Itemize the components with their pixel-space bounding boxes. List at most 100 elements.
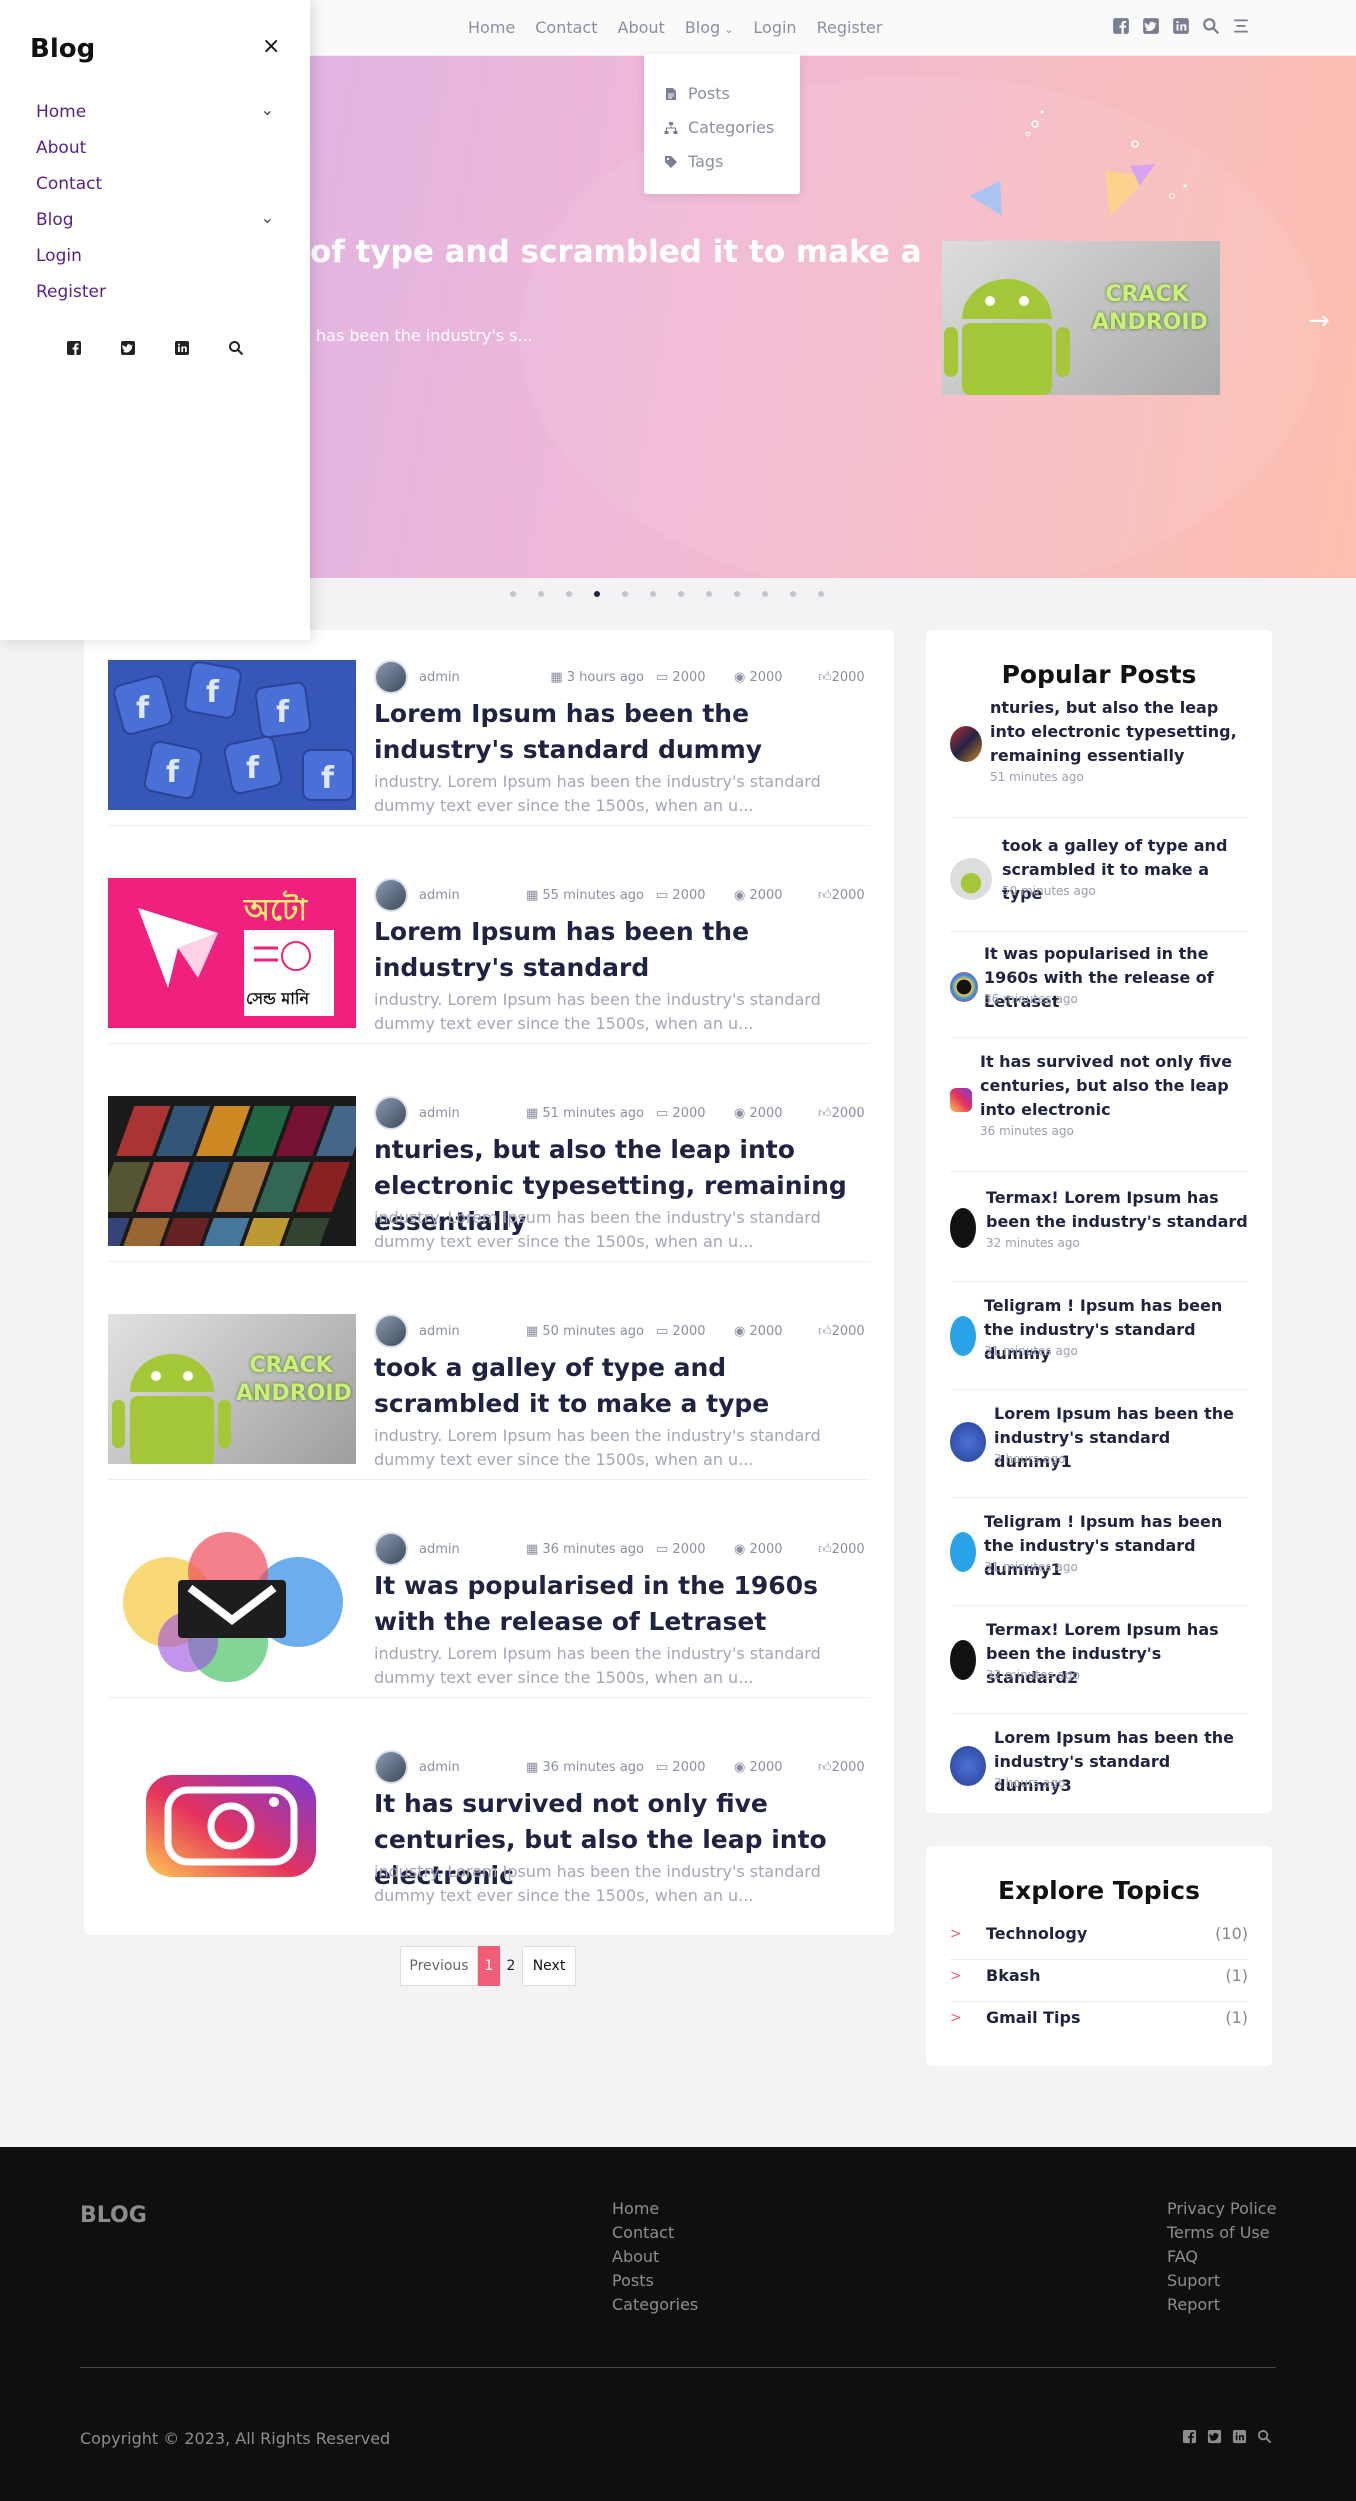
slider-dot[interactable] — [706, 591, 712, 597]
menu-icon[interactable] — [1232, 17, 1250, 35]
footer-brand[interactable]: BLOG — [80, 2203, 147, 2228]
post-thumbnail[interactable] — [108, 1532, 356, 1682]
pagination-page-2[interactable]: 2 — [500, 1946, 522, 1986]
slider-dot-active[interactable] — [594, 591, 600, 597]
dropdown-item-categories[interactable]: Categories — [664, 110, 800, 144]
post-likes: 👍︎2000 — [818, 1760, 865, 1775]
post-author[interactable]: admin — [419, 1542, 460, 1557]
slider-dot[interactable] — [734, 591, 740, 597]
dropdown-item-posts[interactable]: Posts — [664, 76, 800, 110]
footer-link-privacy[interactable]: Privacy Police — [1167, 2197, 1276, 2221]
drawer-item-about[interactable]: About — [36, 138, 280, 174]
footer-link-home[interactable]: Home — [612, 2197, 698, 2221]
slider-dot[interactable] — [818, 591, 824, 597]
post-title[interactable]: It was popularised in the 1960s with the… — [374, 1568, 870, 1640]
facebook-icon[interactable] — [1112, 17, 1130, 35]
post-thumbnail[interactable] — [108, 1096, 356, 1246]
popular-post-item[interactable]: Lorem Ipsum has been the industry's stan… — [950, 1726, 1248, 1806]
slider-dot[interactable] — [790, 591, 796, 597]
footer-link-about[interactable]: About — [612, 2245, 698, 2269]
popular-post-item[interactable]: Teligram ! Ipsum has been the industry's… — [950, 1294, 1248, 1390]
drawer-item-register[interactable]: Register — [36, 282, 280, 318]
slider-dot[interactable] — [510, 591, 516, 597]
footer-link-posts[interactable]: Posts — [612, 2269, 698, 2293]
linkedin-icon[interactable] — [174, 340, 190, 356]
search-icon[interactable] — [228, 340, 244, 356]
footer-link-contact[interactable]: Contact — [612, 2221, 698, 2245]
linkedin-icon[interactable] — [1172, 17, 1190, 35]
twitter-icon[interactable] — [1207, 2429, 1222, 2444]
dropdown-item-tags[interactable]: Tags — [664, 144, 800, 178]
facebook-icon[interactable] — [1182, 2429, 1197, 2444]
twitter-icon[interactable] — [120, 340, 136, 356]
post-title[interactable]: Lorem Ipsum has been the industry's stan… — [374, 914, 870, 986]
popular-post-item[interactable]: Lorem Ipsum has been the industry's stan… — [950, 1402, 1248, 1498]
topic-item[interactable]: > Technology (10) — [950, 1918, 1248, 1960]
footer-link-faq[interactable]: FAQ — [1167, 2245, 1276, 2269]
chevron-down-icon[interactable]: ⌄ — [261, 100, 274, 119]
close-icon[interactable]: × — [262, 34, 280, 59]
footer-link-categories[interactable]: Categories — [612, 2293, 698, 2317]
slider-dot[interactable] — [538, 591, 544, 597]
popular-post-item[interactable]: It has survived not only five centuries,… — [950, 1050, 1248, 1172]
popular-post-item[interactable]: nturies, but also the leap into electron… — [950, 696, 1248, 818]
popular-post-item[interactable]: Teligram ! Ipsum has been the industry's… — [950, 1510, 1248, 1606]
post-author[interactable]: admin — [419, 1106, 460, 1121]
topic-name[interactable]: Bkash — [986, 1966, 1041, 1985]
slider-dot[interactable] — [566, 591, 572, 597]
search-icon[interactable] — [1202, 17, 1220, 35]
thumbnail-caption: CRACK ANDROID — [236, 1353, 352, 1406]
chevron-down-icon[interactable]: ⌄ — [261, 208, 274, 227]
post-thumbnail[interactable]: ffffff — [108, 660, 356, 810]
nav-login[interactable]: Login — [753, 18, 796, 37]
drawer-item-home[interactable]: Home ⌄ — [36, 100, 280, 138]
footer-link-report[interactable]: Report — [1167, 2293, 1276, 2317]
nav-blog[interactable]: Blog ⌄ — [685, 18, 734, 37]
post-author[interactable]: admin — [419, 670, 460, 685]
hero-title[interactable]: ey of type and scrambled it to make a — [258, 234, 922, 270]
slider-dot[interactable] — [650, 591, 656, 597]
drawer-brand[interactable]: Blog — [30, 34, 95, 64]
topic-item[interactable]: > Gmail Tips (1) — [950, 2002, 1248, 2044]
popular-post-title[interactable]: Termax! Lorem Ipsum has been the industr… — [986, 1186, 1248, 1234]
post-thumbnail[interactable]: CRACK ANDROID — [108, 1314, 356, 1464]
popular-post-item[interactable]: It was popularised in the 1960s with the… — [950, 942, 1248, 1038]
post-thumbnail[interactable]: অটো সেন্ড মানি — [108, 878, 356, 1028]
search-icon[interactable] — [1257, 2429, 1272, 2444]
footer-link-support[interactable]: Suport — [1167, 2269, 1276, 2293]
twitter-icon[interactable] — [1142, 17, 1160, 35]
pagination-next[interactable]: Next — [522, 1946, 576, 1986]
popular-post-title[interactable]: It has survived not only five centuries,… — [980, 1050, 1248, 1122]
popular-post-item[interactable]: Termax! Lorem Ipsum has been the industr… — [950, 1186, 1248, 1282]
chevron-right-icon: > — [950, 1968, 962, 1984]
footer-link-terms[interactable]: Terms of Use — [1167, 2221, 1276, 2245]
post-author[interactable]: admin — [419, 1760, 460, 1775]
post-title[interactable]: Lorem Ipsum has been the industry's stan… — [374, 696, 870, 768]
nav-register[interactable]: Register — [817, 18, 883, 37]
topic-name[interactable]: Technology — [986, 1924, 1087, 1943]
topic-name[interactable]: Gmail Tips — [986, 2008, 1081, 2027]
post-thumbnail[interactable] — [108, 1750, 356, 1900]
nav-contact[interactable]: Contact — [535, 18, 597, 37]
slider-dot[interactable] — [622, 591, 628, 597]
slider-dot[interactable] — [762, 591, 768, 597]
pagination-page-1[interactable]: 1 — [478, 1946, 500, 1986]
slider-dot[interactable] — [678, 591, 684, 597]
post-title[interactable]: took a galley of type and scrambled it t… — [374, 1350, 870, 1422]
drawer-item-contact[interactable]: Contact — [36, 174, 280, 210]
nav-about[interactable]: About — [618, 18, 665, 37]
drawer-item-login[interactable]: Login — [36, 246, 280, 282]
popular-post-title[interactable]: nturies, but also the leap into electron… — [990, 696, 1248, 768]
post-author[interactable]: admin — [419, 1324, 460, 1339]
hero-image[interactable]: CRACK ANDROID — [942, 241, 1220, 395]
popular-post-item[interactable]: Termax! Lorem Ipsum has been the industr… — [950, 1618, 1248, 1714]
facebook-icon[interactable] — [66, 340, 82, 356]
post-author[interactable]: admin — [419, 888, 460, 903]
linkedin-icon[interactable] — [1232, 2429, 1247, 2444]
nav-home[interactable]: Home — [468, 18, 515, 37]
popular-post-item[interactable]: took a galley of type and scrambled it t… — [950, 834, 1248, 932]
drawer-item-blog[interactable]: Blog ⌄ — [36, 208, 280, 246]
arrow-right-icon[interactable]: → — [1308, 306, 1330, 336]
pagination-previous[interactable]: Previous — [400, 1946, 478, 1986]
topic-item[interactable]: > Bkash (1) — [950, 1960, 1248, 2002]
